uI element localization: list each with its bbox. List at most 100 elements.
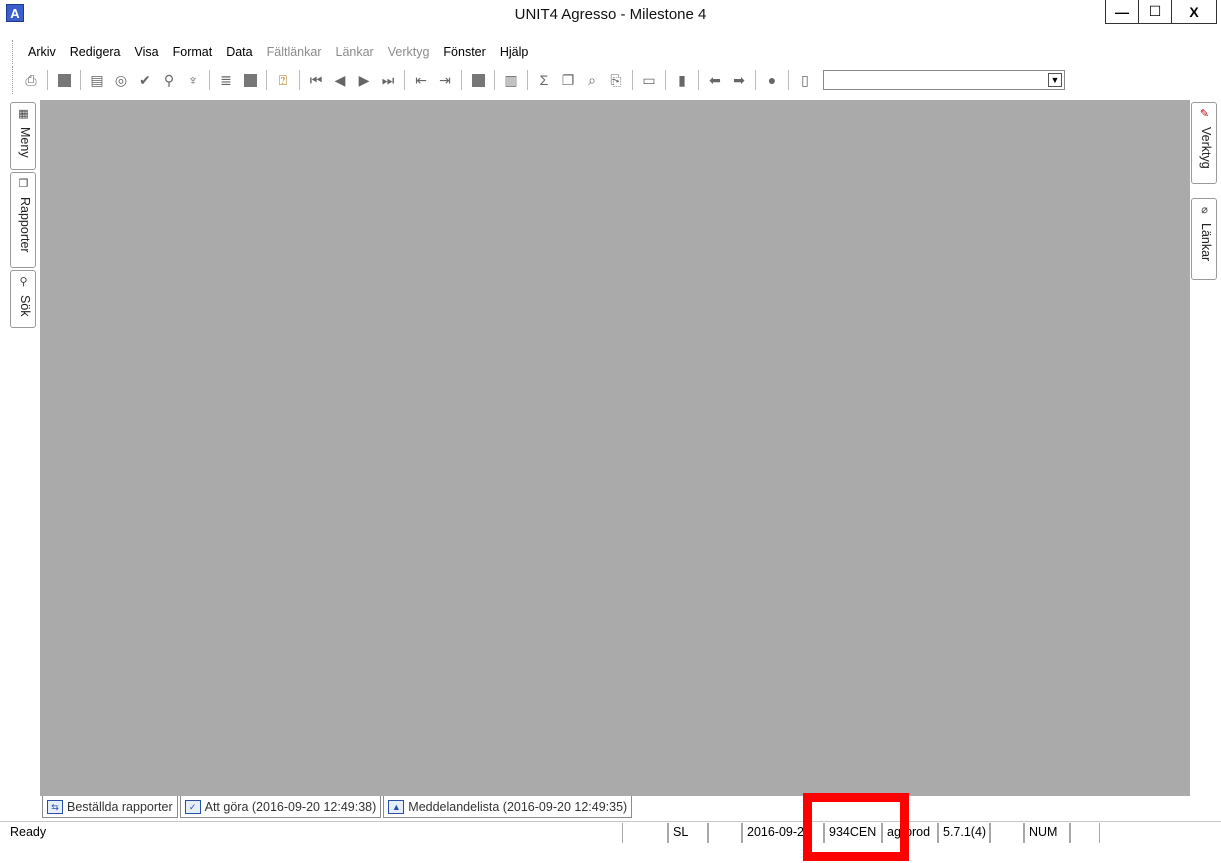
status-empty-2: [708, 823, 742, 843]
block-icon[interactable]: [468, 70, 488, 90]
tools-icon: ✎: [1199, 108, 1210, 120]
first-record-icon[interactable]: ⏮: [306, 70, 326, 90]
menu-faltlankar[interactable]: Fältlänkar: [260, 41, 329, 63]
status-bar: Ready SL 2016-09-20 934CEN agrprod 5.7.1…: [0, 821, 1221, 843]
toolbar-separator: [299, 70, 300, 90]
tab-lankar-label: Länkar: [1199, 223, 1213, 262]
toolbar-separator: [698, 70, 699, 90]
zoom-icon[interactable]: ⌕: [582, 70, 602, 90]
toolbar-combo[interactable]: ▼: [823, 70, 1065, 90]
status-num: NUM: [1024, 823, 1070, 843]
paperclip-icon: ⌀: [1201, 204, 1208, 216]
filter-icon[interactable]: ♆: [183, 70, 203, 90]
next-record-icon[interactable]: ▶: [354, 70, 374, 90]
toolbar-separator: [632, 70, 633, 90]
outdent-icon[interactable]: ⇥: [435, 70, 455, 90]
menu-format[interactable]: Format: [166, 41, 220, 63]
check-icon[interactable]: ✔: [135, 70, 155, 90]
tab-sok-label: Sök: [18, 295, 32, 317]
message-list-icon: ▲: [388, 799, 405, 814]
sum-icon[interactable]: Σ: [534, 70, 554, 90]
preview-print-icon[interactable]: ⎘: [606, 70, 626, 90]
bottom-tab-bar: ⇆ Beställda rapporter ✓ Att göra (2016-0…: [42, 796, 634, 818]
toolbar-separator: [665, 70, 666, 90]
find-binoculars-icon[interactable]: ◎: [111, 70, 131, 90]
status-empty-1: [622, 823, 668, 843]
toolbar-separator: [266, 70, 267, 90]
tab-bestallda-rapporter-label: Beställda rapporter: [67, 799, 173, 814]
last-record-icon[interactable]: ⏭: [378, 70, 398, 90]
copy-icon[interactable]: ❐: [558, 70, 578, 90]
menu-verktyg[interactable]: Verktyg: [381, 41, 437, 63]
toolbar-separator: [788, 70, 789, 90]
document-icon[interactable]: ▯: [795, 70, 815, 90]
add-row-icon[interactable]: ≣: [216, 70, 236, 90]
menu-lankar[interactable]: Länkar: [329, 41, 381, 63]
minimize-button[interactable]: —: [1105, 0, 1139, 24]
search-icon: ⚲: [19, 276, 28, 288]
tab-rapporter[interactable]: ❐ Rapporter: [10, 172, 36, 268]
status-empty-3: [990, 823, 1024, 843]
magnifier-icon[interactable]: ⚲: [159, 70, 179, 90]
back-arrow-icon[interactable]: ⬅: [705, 70, 725, 90]
status-empty-4: [1070, 823, 1100, 843]
tab-bestallda-rapporter[interactable]: ⇆ Beställda rapporter: [42, 796, 178, 818]
status-ready: Ready: [10, 825, 47, 839]
save-icon[interactable]: [54, 70, 74, 90]
left-tab-strip: ▦ Meny ❐ Rapporter ⚲ Sök: [10, 102, 40, 802]
chart-icon[interactable]: ▥: [501, 70, 521, 90]
open-icon[interactable]: ▤: [87, 70, 107, 90]
tab-att-gora[interactable]: ✓ Att göra (2016-09-20 12:49:38): [179, 796, 382, 818]
reports-icon: ❐: [18, 178, 29, 190]
right-tab-strip: ✎ Verktyg ⌀ Länkar: [1191, 102, 1217, 302]
menu-grid-icon: ▦: [18, 108, 29, 120]
indent-icon[interactable]: ⇤: [411, 70, 431, 90]
print-icon[interactable]: ⎙: [21, 70, 41, 90]
clipboard-icon[interactable]: ▮: [672, 70, 692, 90]
record-circle-icon[interactable]: ●: [762, 70, 782, 90]
toolbar-separator: [461, 70, 462, 90]
todo-check-icon: ✓: [184, 799, 201, 814]
toolbar-separator: [494, 70, 495, 90]
toolbar-separator: [209, 70, 210, 90]
toolbar-separator: [755, 70, 756, 90]
title-bar: A UNIT4 Agresso - Milestone 4 — ☐ X: [0, 0, 1221, 36]
toolbar-separator: [80, 70, 81, 90]
tab-meny[interactable]: ▦ Meny: [10, 102, 36, 170]
menu-redigera[interactable]: Redigera: [63, 41, 128, 63]
windows-icon[interactable]: ▭: [639, 70, 659, 90]
toolbar: ⎙ ▤ ◎ ✔ ⚲ ♆ ≣ ⍰ ⏮ ◀ ▶ ⏭ ⇤ ⇥ ▥ Σ ❐ ⌕ ⎘ ▭ …: [12, 66, 1112, 94]
main-workspace[interactable]: [40, 100, 1190, 796]
close-button[interactable]: X: [1171, 0, 1217, 24]
tab-meddelandelista[interactable]: ▲ Meddelandelista (2016-09-20 12:49:35): [383, 796, 633, 818]
chevron-down-icon[interactable]: ▼: [1048, 73, 1062, 87]
highlight-box: [803, 793, 909, 861]
stop-icon[interactable]: [240, 70, 260, 90]
ordered-reports-icon: ⇆: [47, 799, 63, 814]
toolbar-separator: [404, 70, 405, 90]
tab-meddelandelista-label: Meddelandelista (2016-09-20 12:49:35): [408, 799, 628, 814]
menu-hjalp[interactable]: Hjälp: [493, 41, 536, 63]
previous-record-icon[interactable]: ◀: [330, 70, 350, 90]
tab-sok[interactable]: ⚲ Sök: [10, 270, 36, 328]
status-sl: SL: [668, 823, 708, 843]
window-controls: — ☐ X: [1105, 0, 1217, 24]
window-title: UNIT4 Agresso - Milestone 4: [514, 6, 707, 23]
menu-bar: Arkiv Redigera Visa Format Data Fältlänk…: [12, 40, 535, 64]
menu-fonster[interactable]: Fönster: [436, 41, 492, 63]
menu-arkiv[interactable]: Arkiv: [21, 41, 63, 63]
maximize-button[interactable]: ☐: [1138, 0, 1172, 24]
tab-att-gora-label: Att göra (2016-09-20 12:49:38): [204, 799, 377, 814]
tab-lankar[interactable]: ⌀ Länkar: [1191, 198, 1217, 280]
toolbar-separator: [47, 70, 48, 90]
forward-arrow-icon[interactable]: ➡: [729, 70, 749, 90]
help-icon[interactable]: ⍰: [273, 70, 293, 90]
tab-rapporter-label: Rapporter: [18, 197, 32, 253]
toolbar-separator: [527, 70, 528, 90]
menu-data[interactable]: Data: [219, 41, 259, 63]
status-version: 5.7.1(4): [938, 823, 990, 843]
tab-verktyg[interactable]: ✎ Verktyg: [1191, 102, 1217, 184]
tab-verktyg-label: Verktyg: [1199, 127, 1213, 169]
menu-visa[interactable]: Visa: [128, 41, 166, 63]
tab-meny-label: Meny: [18, 127, 32, 158]
